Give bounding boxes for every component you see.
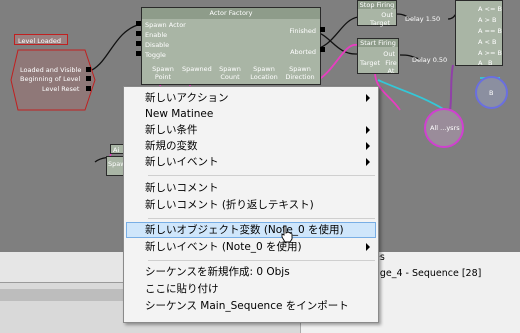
menu-item-new-action[interactable]: 新しいアクション [126, 90, 376, 106]
actor-factory-var-1: Spawn Point [152, 65, 174, 81]
menu-item-new-condition-label: 新しい条件 [145, 124, 198, 136]
submenu-arrow-icon [366, 126, 370, 134]
menu-item-new-comment-wrapped-label: 新しいコメント (折り返しテキスト) [145, 199, 314, 211]
menu-item-import-sequence[interactable]: シーケンス Main_Sequence をインポート [126, 298, 376, 314]
menu-item-new-variable-label: 新規の変数 [145, 140, 198, 152]
menu-item-import-sequence-label: シーケンス Main_Sequence をインポート [145, 300, 349, 312]
stop-firing-title: Stop Firing [358, 1, 396, 9]
start-firing-title: Start Firing [358, 39, 398, 47]
level-loaded-node[interactable]: Level Loaded [14, 34, 68, 45]
compare-var-b: B [488, 59, 493, 67]
variable-circle-alive[interactable]: All ...ysrs [424, 108, 464, 148]
level-loaded-out-3: Level Reset [42, 85, 80, 93]
menu-item-new-sequence-label: シーケンスを新規作成: 0 Objs [145, 266, 290, 278]
actor-factory-in-3: Disable [145, 41, 170, 49]
actor-factory-in-port-2[interactable] [136, 31, 141, 36]
submenu-arrow-icon [366, 243, 370, 251]
level-loaded-port-2[interactable] [86, 76, 91, 81]
menu-item-new-object-variable-label: 新しいオブジェクト変数 (Note_0 を使用) [145, 224, 344, 236]
menu-item-new-comment-label: 新しいコメント [145, 182, 219, 194]
start-firing-out: Out [383, 50, 395, 58]
variable-circle-b-label: B [489, 89, 494, 97]
submenu-arrow-icon [366, 142, 370, 150]
hand-pointer-icon [281, 225, 293, 243]
menu-item-new-comment-wrapped[interactable]: 新しいコメント (折り返しテキスト) [126, 197, 376, 213]
delay-2-label: Delay 0.50 [412, 56, 448, 64]
actor-factory-in-2: Enable [145, 31, 168, 39]
submenu-arrow-icon [366, 158, 370, 166]
compare-node[interactable]: A <= B A > B A == B A < B A >= B A B [455, 0, 503, 67]
actor-factory-in-1: Spawn Actor [145, 21, 186, 29]
actor-factory-var-4: Spawn Location [250, 65, 278, 81]
compare-port-2: A > B [478, 16, 497, 24]
level-loaded-title: Level Loaded [18, 37, 61, 45]
level-loaded-port-3[interactable] [86, 86, 91, 91]
menu-item-paste-here[interactable]: ここに貼り付け [126, 281, 376, 297]
level-loaded-port-1[interactable] [86, 67, 91, 72]
actor-factory-in-port-4[interactable] [136, 51, 141, 56]
menu-item-new-matinee-label: New Matinee [145, 108, 214, 120]
compare-port-4: A < B [478, 38, 497, 46]
menu-item-new-comment[interactable]: 新しいコメント [126, 180, 376, 196]
menu-item-new-variable[interactable]: 新規の変数 [126, 138, 376, 154]
compare-port-3: A == B [478, 27, 502, 35]
compare-var-a: A [478, 59, 483, 67]
actor-factory-title: Actor Factory [142, 8, 320, 19]
menu-item-paste-here-label: ここに貼り付け [145, 283, 219, 295]
menu-item-new-event[interactable]: 新しいイベント [126, 154, 376, 170]
actor-factory-out-1: Finished [289, 27, 316, 35]
menu-separator [148, 175, 375, 176]
menu-item-new-event-note[interactable]: 新しいイベント (Note_0 を使用) [126, 239, 376, 255]
small-node-1-label: Ai [113, 146, 120, 154]
menu-item-new-action-label: 新しいアクション [145, 92, 229, 104]
level-loaded-out-1: Loaded and Visible [20, 66, 82, 74]
actor-factory-out-port-1[interactable] [320, 27, 325, 32]
start-firing-node[interactable]: Start Firing Out Target Fire At [357, 38, 399, 75]
stop-firing-out: Out [381, 11, 393, 19]
submenu-arrow-icon [366, 94, 370, 102]
delay-1-label: Delay 1.50 [405, 15, 441, 23]
start-firing-target: Target [360, 59, 381, 67]
menu-item-new-event-note-label: 新しいイベント (Note_0 を使用) [145, 241, 302, 253]
level-loaded-out-2: Beginning of Level [20, 75, 81, 83]
variable-circle-alive-label: All ...ysrs [430, 124, 460, 132]
variable-circle-b[interactable]: B [475, 76, 508, 109]
actor-factory-var-3: Spawn Count [219, 65, 241, 81]
actor-factory-node[interactable]: Actor Factory Spawn Actor Enable Disable… [141, 7, 321, 85]
actor-factory-var-2: Spawned [182, 65, 212, 73]
menu-item-new-event-label: 新しいイベント [145, 156, 219, 168]
start-firing-fireat: Fire At [385, 59, 397, 75]
actor-factory-in-4: Toggle [145, 51, 166, 59]
stop-firing-target: Target [370, 19, 391, 27]
menu-item-new-sequence[interactable]: シーケンスを新規作成: 0 Objs [126, 264, 376, 280]
compare-port-1: A <= B [478, 5, 502, 13]
menu-item-new-matinee[interactable]: New Matinee [126, 106, 376, 122]
menu-item-new-condition[interactable]: 新しい条件 [126, 122, 376, 138]
sequence-panel-line-2[interactable]: age_4 - Sequence [28] [374, 268, 481, 279]
menu-item-new-object-variable[interactable]: 新しいオブジェクト変数 (Note_0 を使用) [126, 222, 376, 238]
actor-factory-out-2: Aborted [290, 48, 316, 56]
compare-port-5: A >= B [478, 49, 502, 57]
menu-separator [148, 260, 375, 261]
actor-factory-in-port-1[interactable] [136, 21, 141, 26]
actor-factory-out-port-2[interactable] [320, 47, 325, 52]
actor-factory-var-5: Spawn Direction [285, 65, 315, 81]
menu-separator [148, 218, 375, 219]
actor-factory-in-port-3[interactable] [136, 41, 141, 46]
stop-firing-node[interactable]: Stop Firing Out Target [357, 0, 397, 27]
context-menu: 新しいアクション New Matinee 新しい条件 新規の変数 新しいイベント… [123, 86, 379, 323]
